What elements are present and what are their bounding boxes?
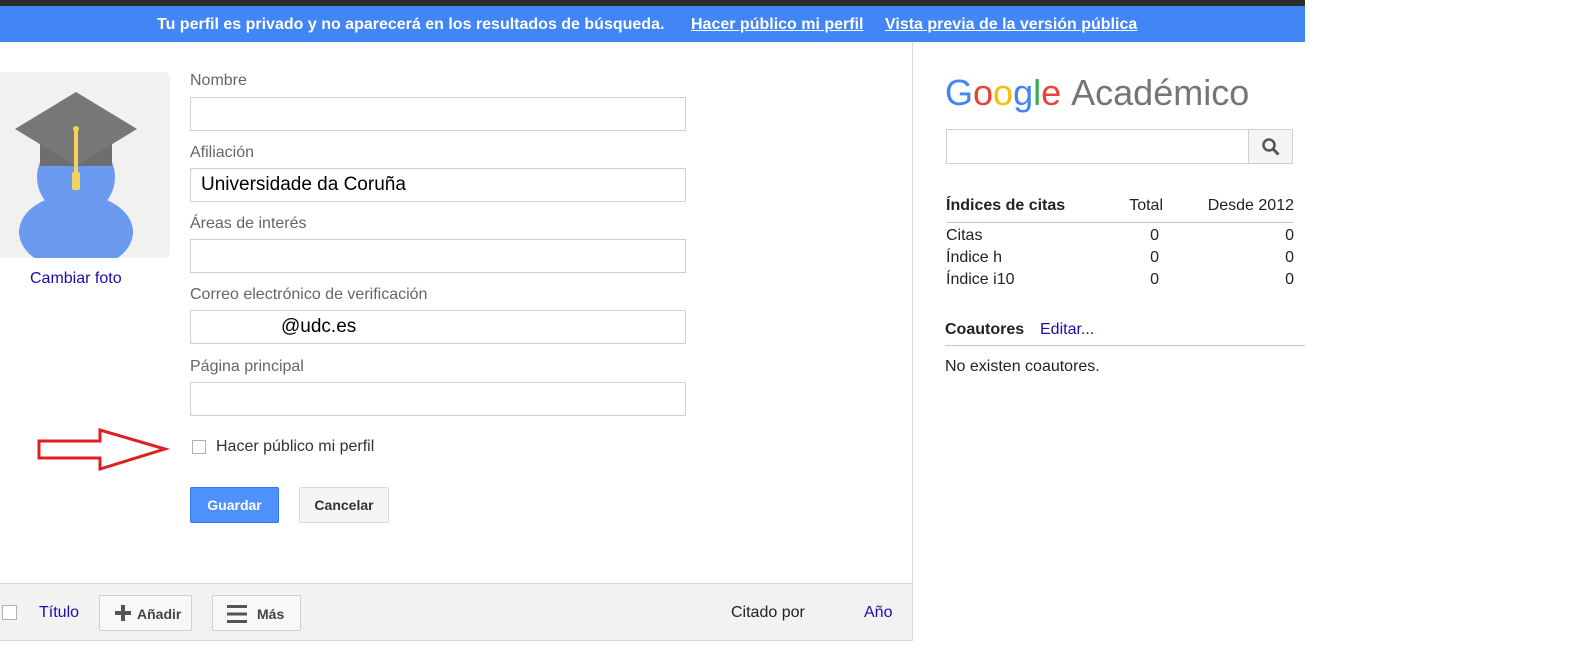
edit-coauthors-link[interactable]: Editar... [1040, 321, 1094, 339]
affiliation-label: Afiliación [190, 144, 255, 161]
row-total: 0 [1150, 227, 1159, 244]
email-field[interactable] [190, 310, 686, 344]
plus-icon [115, 605, 131, 621]
name-field[interactable] [190, 97, 686, 131]
google-scholar-logo[interactable]: Google Académico [945, 72, 1249, 114]
select-all-checkbox[interactable] [2, 605, 17, 620]
row-since: 0 [1285, 271, 1294, 288]
row-since: 0 [1285, 249, 1294, 266]
add-button[interactable]: Añadir [99, 595, 192, 631]
search-input[interactable] [946, 129, 1249, 164]
make-public-label: Hacer público mi perfil [216, 438, 375, 455]
row-since: 0 [1285, 227, 1294, 244]
coauthors-header: Coautores Editar... [945, 321, 1305, 346]
homepage-field[interactable] [190, 382, 686, 416]
year-column-header[interactable]: Año [864, 604, 892, 622]
privacy-message: Tu perfil es privado y no aparecerá en l… [157, 16, 665, 33]
i10-index-row: Índice i10 0 0 [946, 267, 1294, 289]
name-label: Nombre [190, 72, 247, 89]
make-public-checkbox[interactable] [192, 440, 206, 454]
add-label: Añadir [137, 606, 182, 622]
search-icon [1262, 138, 1280, 156]
since-column-header: Desde 2012 [1207, 197, 1294, 214]
cited-by-column-header: Citado por [731, 604, 805, 621]
row-label: Índice h [946, 249, 1003, 266]
citation-indices-title: Índices de citas [946, 197, 1066, 214]
change-photo-link[interactable]: Cambiar foto [30, 270, 122, 288]
interests-label: Áreas de interés [190, 215, 307, 232]
privacy-banner: Tu perfil es privado y no aparecerá en l… [0, 6, 1305, 42]
affiliation-field[interactable] [190, 168, 686, 202]
graduate-avatar-icon [15, 92, 137, 258]
row-label: Índice i10 [946, 271, 1015, 288]
homepage-label: Página principal [190, 358, 304, 375]
email-label: Correo electrónico de verificación [190, 286, 428, 303]
no-coauthors-text: No existen coautores. [945, 358, 1100, 375]
row-label: Citas [946, 227, 983, 244]
save-button[interactable]: Guardar [190, 487, 279, 523]
avatar[interactable] [0, 72, 170, 258]
make-public-link[interactable]: Hacer público mi perfil [691, 16, 863, 34]
menu-icon [227, 605, 247, 623]
total-column-header: Total [1129, 197, 1163, 214]
citations-row: Citas 0 0 [946, 223, 1294, 245]
column-divider [912, 42, 913, 641]
interests-field[interactable] [190, 239, 686, 273]
coauthors-title: Coautores [945, 321, 1025, 338]
public-preview-link[interactable]: Vista previa de la versión pública [885, 16, 1137, 34]
title-column-header[interactable]: Título [39, 604, 79, 622]
google-wordmark: Google [945, 72, 1062, 113]
more-button[interactable]: Más [212, 595, 301, 631]
row-total: 0 [1150, 249, 1159, 266]
citation-indices-table: Índices de citas Total Desde 2012 Citas … [946, 196, 1294, 289]
citation-table-header: Índices de citas Total Desde 2012 [946, 196, 1294, 223]
cancel-button[interactable]: Cancelar [299, 487, 389, 523]
more-label: Más [257, 606, 285, 622]
search-button[interactable] [1248, 129, 1293, 164]
product-name: Académico [1071, 72, 1250, 113]
h-index-row: Índice h 0 0 [946, 245, 1294, 267]
articles-toolbar: Título Añadir Más Citado por Año [0, 583, 912, 641]
row-total: 0 [1150, 271, 1159, 288]
red-arrow-annotation-icon [37, 428, 170, 472]
